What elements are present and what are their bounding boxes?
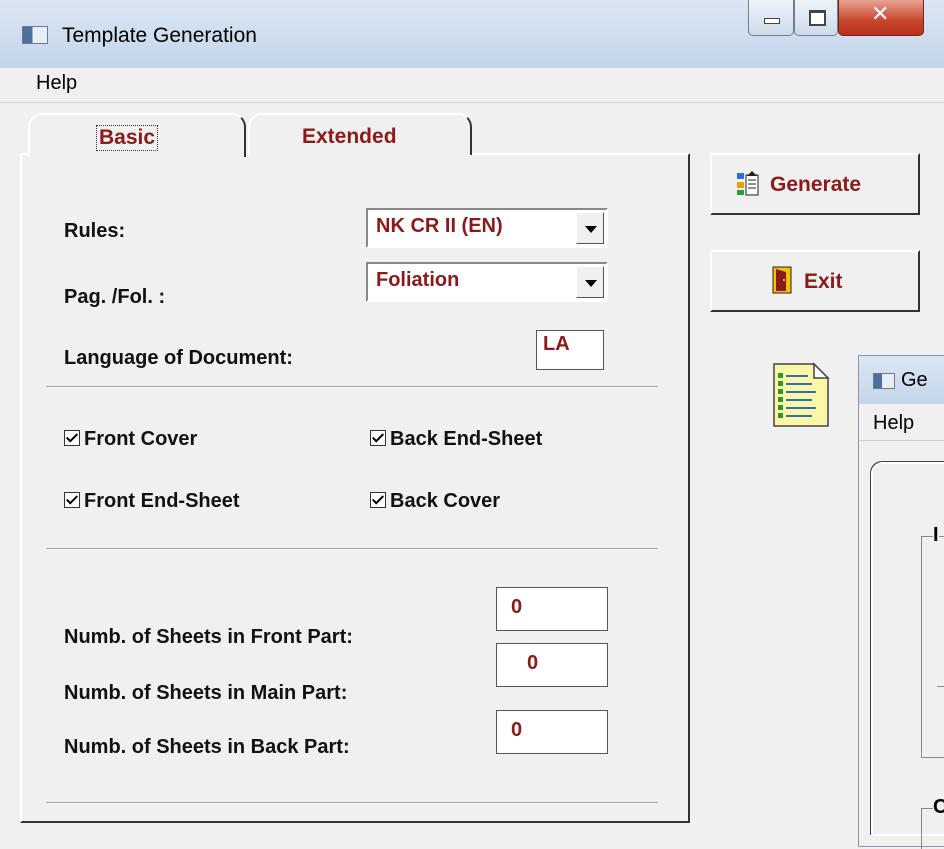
app-icon <box>873 373 895 389</box>
separator <box>46 386 658 388</box>
back-end-sheet-label: Back End-Sheet <box>390 428 543 450</box>
generate-label: Generate <box>770 173 862 196</box>
main-part-field[interactable]: 0 <box>496 643 608 687</box>
child-group-label: C <box>933 796 944 819</box>
generate-icon <box>737 171 759 196</box>
checklist-document-icon[interactable] <box>772 362 832 428</box>
tab-basic[interactable]: Basic <box>28 113 246 157</box>
language-field[interactable]: LA <box>536 330 604 370</box>
app-icon <box>22 26 48 44</box>
back-part-field[interactable]: 0 <box>496 710 608 754</box>
tab-extended-label: Extended <box>302 125 397 148</box>
exit-button[interactable]: Exit <box>710 250 920 312</box>
window-title: Template Generation <box>62 24 257 47</box>
child-window[interactable]: Ge Help I C <box>858 355 944 849</box>
checkbox-check-icon <box>370 492 386 508</box>
front-part-value: 0 <box>511 596 523 618</box>
generate-button[interactable]: Generate <box>710 153 920 215</box>
exit-label: Exit <box>804 270 843 293</box>
front-end-sheet-checkbox[interactable]: Front End-Sheet <box>64 490 240 513</box>
tab-extended[interactable]: Extended <box>248 113 472 155</box>
front-part-label: Numb. of Sheets in Front Part: <box>64 626 353 648</box>
chevron-down-icon[interactable] <box>576 212 604 244</box>
checkbox-check-icon <box>64 430 80 446</box>
main-part-label: Numb. of Sheets in Main Part: <box>64 682 348 704</box>
child-group-box <box>921 536 944 758</box>
back-part-label: Numb. of Sheets in Back Part: <box>64 736 350 758</box>
separator <box>46 802 658 804</box>
back-part-value: 0 <box>511 719 523 741</box>
child-group-label: I <box>933 524 939 547</box>
separator <box>859 440 944 441</box>
menu-bar <box>0 68 944 103</box>
front-cover-checkbox[interactable]: Front Cover <box>64 428 197 451</box>
child-window-title: Ge <box>901 369 928 391</box>
main-part-value: 0 <box>527 652 539 674</box>
rules-value: NK CR II (EN) <box>376 215 503 237</box>
front-end-sheet-label: Front End-Sheet <box>84 490 240 512</box>
checkbox-check-icon <box>370 430 386 446</box>
back-cover-checkbox[interactable]: Back Cover <box>370 490 500 513</box>
rules-label: Rules: <box>64 220 126 242</box>
exit-door-icon <box>772 266 792 294</box>
minimize-button[interactable] <box>748 0 794 36</box>
close-button[interactable]: ✕ <box>838 0 924 36</box>
front-cover-label: Front Cover <box>84 428 198 450</box>
separator <box>46 548 658 550</box>
pagination-label: Pag. /Fol. : <box>64 286 166 308</box>
pagination-select[interactable]: Foliation <box>366 262 608 302</box>
pagination-value: Foliation <box>376 269 460 291</box>
close-icon: ✕ <box>871 2 890 27</box>
maximize-icon <box>809 10 826 26</box>
language-label: Language of Document: <box>64 347 293 369</box>
child-menu-help[interactable]: Help <box>873 412 914 435</box>
menu-help[interactable]: Help <box>36 72 77 95</box>
minimize-icon <box>764 18 780 24</box>
back-cover-label: Back Cover <box>390 490 501 512</box>
language-value: LA <box>543 333 570 355</box>
main-window: Template Generation ✕ Help Basic Extende… <box>0 0 944 849</box>
tab-basic-label: Basic <box>96 125 159 151</box>
checkbox-check-icon <box>64 492 80 508</box>
separator <box>937 686 944 687</box>
chevron-down-icon[interactable] <box>576 266 604 298</box>
back-end-sheet-checkbox[interactable]: Back End-Sheet <box>370 428 542 451</box>
front-part-field[interactable]: 0 <box>496 587 608 631</box>
rules-select[interactable]: NK CR II (EN) <box>366 208 608 248</box>
maximize-button[interactable] <box>794 0 838 36</box>
